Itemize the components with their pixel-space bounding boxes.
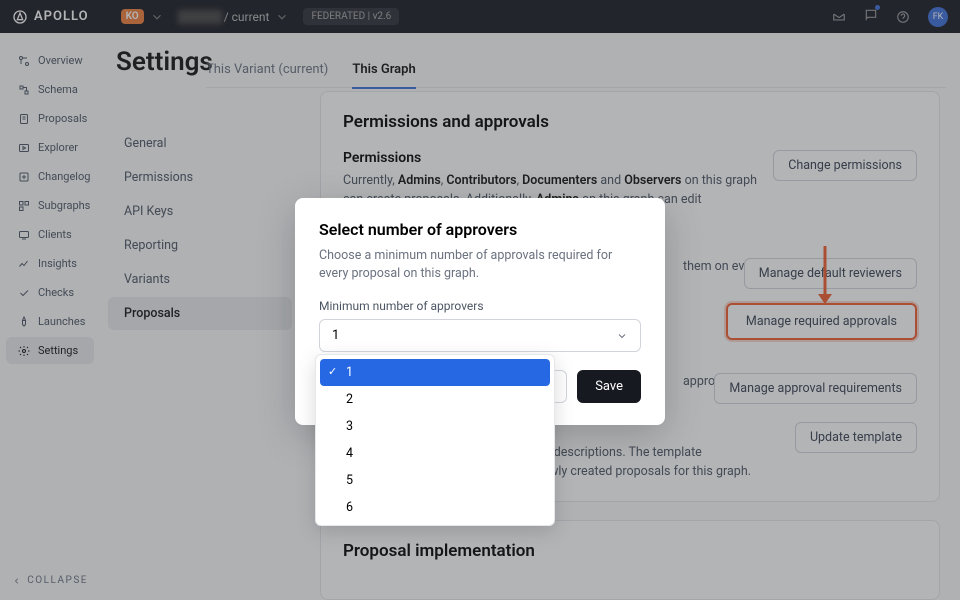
modal-title: Select number of approvers: [319, 220, 641, 239]
chevron-down-icon: [616, 330, 628, 342]
approvers-label: Minimum number of approvers: [319, 299, 641, 313]
select-value: 1: [332, 328, 339, 343]
option-2[interactable]: 2: [320, 386, 550, 413]
option-3[interactable]: 3: [320, 413, 550, 440]
approvers-modal: Select number of approvers Choose a mini…: [295, 198, 665, 425]
modal-description: Choose a minimum number of approvals req…: [319, 247, 641, 283]
approvers-dropdown: 1 2 3 4 5 6: [315, 354, 555, 526]
modal-overlay: Select number of approvers Choose a mini…: [0, 0, 960, 600]
option-5[interactable]: 5: [320, 467, 550, 494]
option-6[interactable]: 6: [320, 494, 550, 521]
save-button[interactable]: Save: [577, 370, 641, 403]
option-4[interactable]: 4: [320, 440, 550, 467]
option-1[interactable]: 1: [320, 359, 550, 386]
approvers-select[interactable]: 1: [319, 319, 641, 352]
